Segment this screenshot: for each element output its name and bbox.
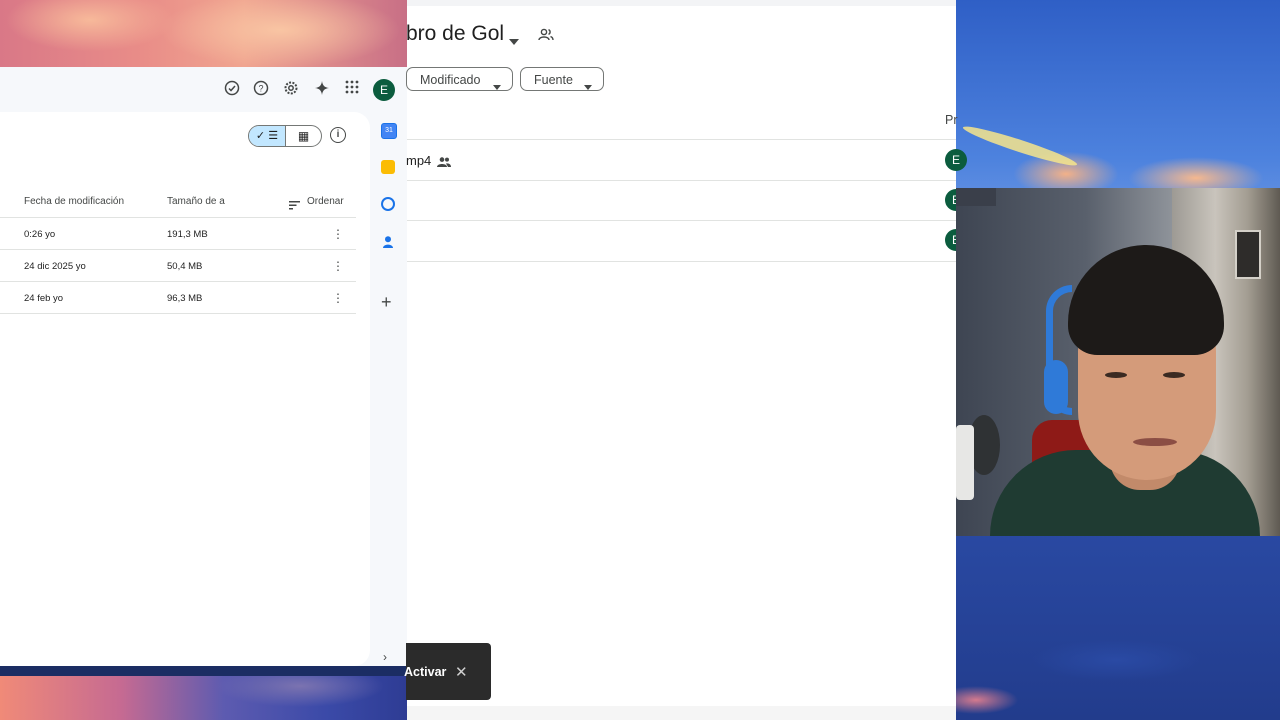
shared-folder-icon[interactable] <box>538 28 554 47</box>
row-divider <box>0 313 356 314</box>
chevron-down-icon <box>584 77 592 95</box>
info-icon[interactable]: i <box>330 127 346 143</box>
chevron-down-icon <box>493 77 501 95</box>
row-divider <box>407 220 956 221</box>
settings-icon[interactable] <box>281 80 301 100</box>
apps-grid-icon[interactable] <box>342 80 362 100</box>
file-name[interactable]: mp4 <box>406 153 431 168</box>
window-top-edge <box>407 0 956 6</box>
row-1-modified: 0:26 yo <box>24 229 56 240</box>
add-icon[interactable]: + <box>381 292 392 313</box>
webcam-person-mouth <box>1133 438 1177 446</box>
row-divider <box>407 261 956 262</box>
row-1-size: 191,3 MB <box>167 229 208 240</box>
keep-icon[interactable] <box>381 160 395 174</box>
row-3-size: 96,3 MB <box>167 293 203 304</box>
row-divider <box>0 249 356 250</box>
tasks-icon[interactable] <box>381 197 395 211</box>
column-modified[interactable]: Fecha de modificación <box>24 196 124 207</box>
row-divider <box>407 139 956 140</box>
window-bottom-edge <box>407 706 956 720</box>
grid-view-button[interactable]: ▦ <box>286 126 321 146</box>
owner-avatar: E <box>945 149 967 171</box>
row-divider <box>0 217 356 218</box>
row-2-modified: 24 dic 2025 yo <box>24 261 86 272</box>
svg-text:?: ? <box>258 84 263 94</box>
chevron-right-icon[interactable]: › <box>383 650 387 664</box>
folder-dropdown-icon[interactable] <box>509 32 519 50</box>
column-owner[interactable]: Pr <box>945 113 958 127</box>
view-toggle[interactable]: ✓ ☰ ▦ <box>248 125 322 147</box>
row-divider <box>0 281 356 282</box>
account-avatar[interactable]: E <box>373 79 395 101</box>
sort-icon[interactable] <box>289 197 300 215</box>
contacts-icon[interactable] <box>383 235 393 248</box>
row-3-modified: 24 feb yo <box>24 293 64 304</box>
row-divider <box>407 180 956 181</box>
check-circle-icon[interactable] <box>222 80 242 100</box>
row-1-more-icon[interactable]: ⋮ <box>332 227 344 241</box>
column-size[interactable]: Tamaño de a <box>167 196 225 207</box>
drive-window-middle <box>407 0 956 720</box>
help-icon[interactable]: ? <box>251 80 271 100</box>
filter-source-label: Fuente <box>534 73 573 87</box>
webcam-headphones-ear <box>1044 360 1068 414</box>
row-3-more-icon[interactable]: ⋮ <box>332 291 344 305</box>
shared-icon <box>437 154 451 172</box>
gemini-sparkle-icon[interactable] <box>312 80 332 100</box>
wallpaper-bottom-right <box>956 600 1280 720</box>
close-icon[interactable]: ✕ <box>455 663 468 681</box>
snackbar-action-button[interactable]: Activar <box>404 665 446 679</box>
webcam-person-eye <box>1163 372 1185 378</box>
webcam-background-device <box>956 425 974 500</box>
sort-button[interactable]: Ordenar <box>307 196 344 207</box>
list-view-button[interactable]: ✓ ☰ <box>249 126 286 146</box>
row-2-size: 50,4 MB <box>167 261 203 272</box>
row-2-more-icon[interactable]: ⋮ <box>332 259 344 273</box>
side-panel-rail <box>370 112 407 666</box>
webcam-background-object <box>956 188 996 206</box>
webcam-person-eye <box>1105 372 1127 378</box>
wallpaper-bottom-left <box>0 676 407 720</box>
wallpaper-top-left <box>0 0 407 67</box>
folder-title[interactable]: bro de Gol <box>406 22 504 46</box>
webcam-background-frame <box>1235 230 1261 279</box>
filter-modified-label: Modificado <box>420 73 481 87</box>
calendar-icon[interactable]: 31 <box>381 123 397 139</box>
